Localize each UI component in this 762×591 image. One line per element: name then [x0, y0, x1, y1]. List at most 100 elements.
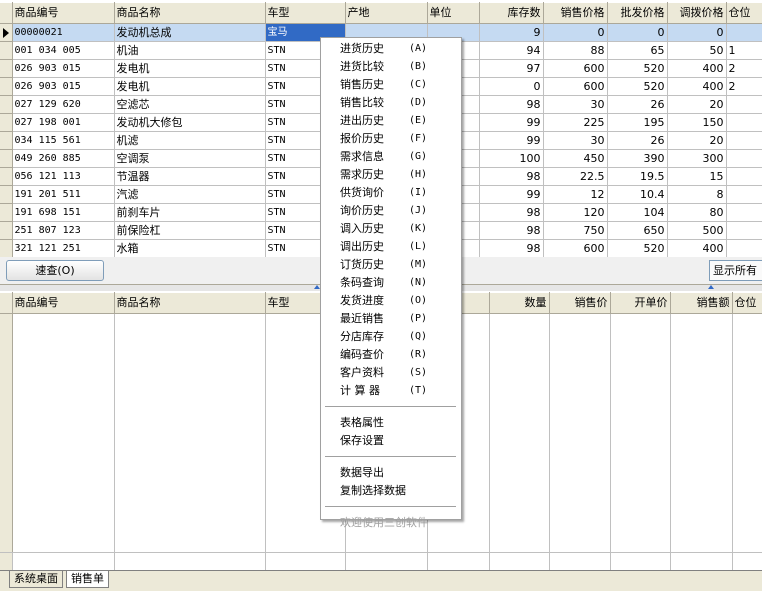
- menu-item[interactable]: 销售历史 (C): [321, 76, 461, 94]
- cell-name[interactable]: 发动机总成: [114, 23, 266, 42]
- cell-code[interactable]: 321 121 251: [12, 239, 115, 258]
- cell-transfer-price[interactable]: 20: [667, 95, 727, 114]
- cell-code[interactable]: 056 121 113: [12, 167, 115, 186]
- quick-search-button[interactable]: 速查(O): [6, 260, 104, 281]
- show-all-button[interactable]: 显示所有: [709, 260, 762, 281]
- menu-item[interactable]: 编码查价 (R): [321, 346, 461, 364]
- cell-wholesale-price[interactable]: 390: [607, 149, 668, 168]
- cell-sale-price[interactable]: 12: [543, 185, 608, 204]
- cell-bin[interactable]: [726, 95, 762, 114]
- column-header-name[interactable]: 商品名称: [114, 292, 266, 314]
- cell[interactable]: [670, 313, 733, 554]
- tab-system-desktop[interactable]: 系统桌面: [9, 571, 63, 588]
- column-header-sale-price[interactable]: 销售价: [549, 292, 611, 314]
- menu-item[interactable]: 进货历史 (A): [321, 40, 461, 58]
- cell-transfer-price[interactable]: 0: [667, 23, 727, 42]
- cell-wholesale-price[interactable]: 0: [607, 23, 668, 42]
- menu-item[interactable]: 询价历史 (J): [321, 202, 461, 220]
- menu-item[interactable]: 订货历史 (M): [321, 256, 461, 274]
- column-header-code[interactable]: 商品编号: [12, 2, 115, 24]
- row-indicator[interactable]: [0, 95, 13, 114]
- column-header-origin[interactable]: 产地: [345, 2, 428, 24]
- cell-sale-price[interactable]: 30: [543, 131, 608, 150]
- row-indicator[interactable]: [0, 77, 13, 96]
- menu-item[interactable]: 表格属性: [321, 414, 461, 432]
- column-header-model[interactable]: 车型: [265, 2, 346, 24]
- menu-item[interactable]: 调入历史 (K): [321, 220, 461, 238]
- cell-sale-price[interactable]: 22.5: [543, 167, 608, 186]
- column-header-bin[interactable]: 仓位: [726, 2, 762, 24]
- cell[interactable]: [114, 313, 266, 554]
- cell-sale-price[interactable]: 0: [543, 23, 608, 42]
- cell-bin[interactable]: [726, 203, 762, 222]
- cell-transfer-price[interactable]: 500: [667, 221, 727, 240]
- cell-transfer-price[interactable]: 400: [667, 77, 727, 96]
- cell-name[interactable]: 机油: [114, 41, 266, 60]
- column-header-stock[interactable]: 库存数: [479, 2, 544, 24]
- cell-stock[interactable]: 98: [479, 221, 544, 240]
- cell-transfer-price[interactable]: 300: [667, 149, 727, 168]
- cell-stock[interactable]: 98: [479, 239, 544, 258]
- menu-item[interactable]: 复制选择数据: [321, 482, 461, 500]
- menu-item[interactable]: 报价历史 (F): [321, 130, 461, 148]
- menu-item[interactable]: 最近销售 (P): [321, 310, 461, 328]
- cell-name[interactable]: 发动机大修包: [114, 113, 266, 132]
- cell[interactable]: [732, 313, 762, 554]
- row-indicator[interactable]: [0, 113, 13, 132]
- cell-code[interactable]: 001 034 005: [12, 41, 115, 60]
- column-header-sale-amount[interactable]: 销售额: [670, 292, 733, 314]
- cell-transfer-price[interactable]: 80: [667, 203, 727, 222]
- row-indicator[interactable]: [0, 239, 13, 258]
- cell-wholesale-price[interactable]: 10.4: [607, 185, 668, 204]
- cell-wholesale-price[interactable]: 19.5: [607, 167, 668, 186]
- cell-code[interactable]: 026 903 015: [12, 77, 115, 96]
- cell-transfer-price[interactable]: 8: [667, 185, 727, 204]
- column-header-name[interactable]: 商品名称: [114, 2, 266, 24]
- menu-item[interactable]: 需求历史 (H): [321, 166, 461, 184]
- cell-name[interactable]: 水箱: [114, 239, 266, 258]
- cell-name[interactable]: 前刹车片: [114, 203, 266, 222]
- row-indicator[interactable]: [0, 203, 13, 222]
- menu-item[interactable]: 客户资料 (S): [321, 364, 461, 382]
- cell-bin[interactable]: 1: [726, 41, 762, 60]
- cell-wholesale-price[interactable]: 650: [607, 221, 668, 240]
- cell-name[interactable]: 节温器: [114, 167, 266, 186]
- cell-stock[interactable]: 98: [479, 95, 544, 114]
- row-indicator[interactable]: [0, 23, 13, 42]
- cell-wholesale-price[interactable]: 520: [607, 77, 668, 96]
- cell-name[interactable]: 空调泵: [114, 149, 266, 168]
- menu-item[interactable]: 需求信息 (G): [321, 148, 461, 166]
- column-header-sale-price[interactable]: 销售价格: [543, 2, 608, 24]
- cell-bin[interactable]: [726, 149, 762, 168]
- cell-name[interactable]: 发电机: [114, 77, 266, 96]
- cell-sale-price[interactable]: 88: [543, 41, 608, 60]
- cell-sale-price[interactable]: 30: [543, 95, 608, 114]
- cell-code[interactable]: 251 807 123: [12, 221, 115, 240]
- cell-sale-price[interactable]: 600: [543, 239, 608, 258]
- cell-stock[interactable]: 0: [479, 77, 544, 96]
- menu-item[interactable]: 分店库存 (Q): [321, 328, 461, 346]
- cell-bin[interactable]: [726, 167, 762, 186]
- menu-item[interactable]: 进货比较 (B): [321, 58, 461, 76]
- cell-code[interactable]: 034 115 561: [12, 131, 115, 150]
- menu-item[interactable]: 条码查询 (N): [321, 274, 461, 292]
- cell-name[interactable]: 空滤芯: [114, 95, 266, 114]
- cell-stock[interactable]: 98: [479, 203, 544, 222]
- row-indicator[interactable]: [0, 131, 13, 150]
- cell[interactable]: [12, 313, 115, 554]
- row-indicator[interactable]: [0, 167, 13, 186]
- cell-wholesale-price[interactable]: 26: [607, 95, 668, 114]
- cell-transfer-price[interactable]: 150: [667, 113, 727, 132]
- cell-sale-price[interactable]: 600: [543, 77, 608, 96]
- row-indicator[interactable]: [0, 59, 13, 78]
- tab-sales-order[interactable]: 销售单: [66, 571, 109, 588]
- column-header-transfer-price[interactable]: 调拨价格: [667, 2, 727, 24]
- column-header-bin[interactable]: 仓位: [732, 292, 762, 314]
- column-header-quantity[interactable]: 数量: [489, 292, 550, 314]
- menu-item[interactable]: 供货询价 (I): [321, 184, 461, 202]
- cell-stock[interactable]: 94: [479, 41, 544, 60]
- cell-sale-price[interactable]: 450: [543, 149, 608, 168]
- cell-transfer-price[interactable]: 50: [667, 41, 727, 60]
- cell-stock[interactable]: 100: [479, 149, 544, 168]
- cell-wholesale-price[interactable]: 520: [607, 59, 668, 78]
